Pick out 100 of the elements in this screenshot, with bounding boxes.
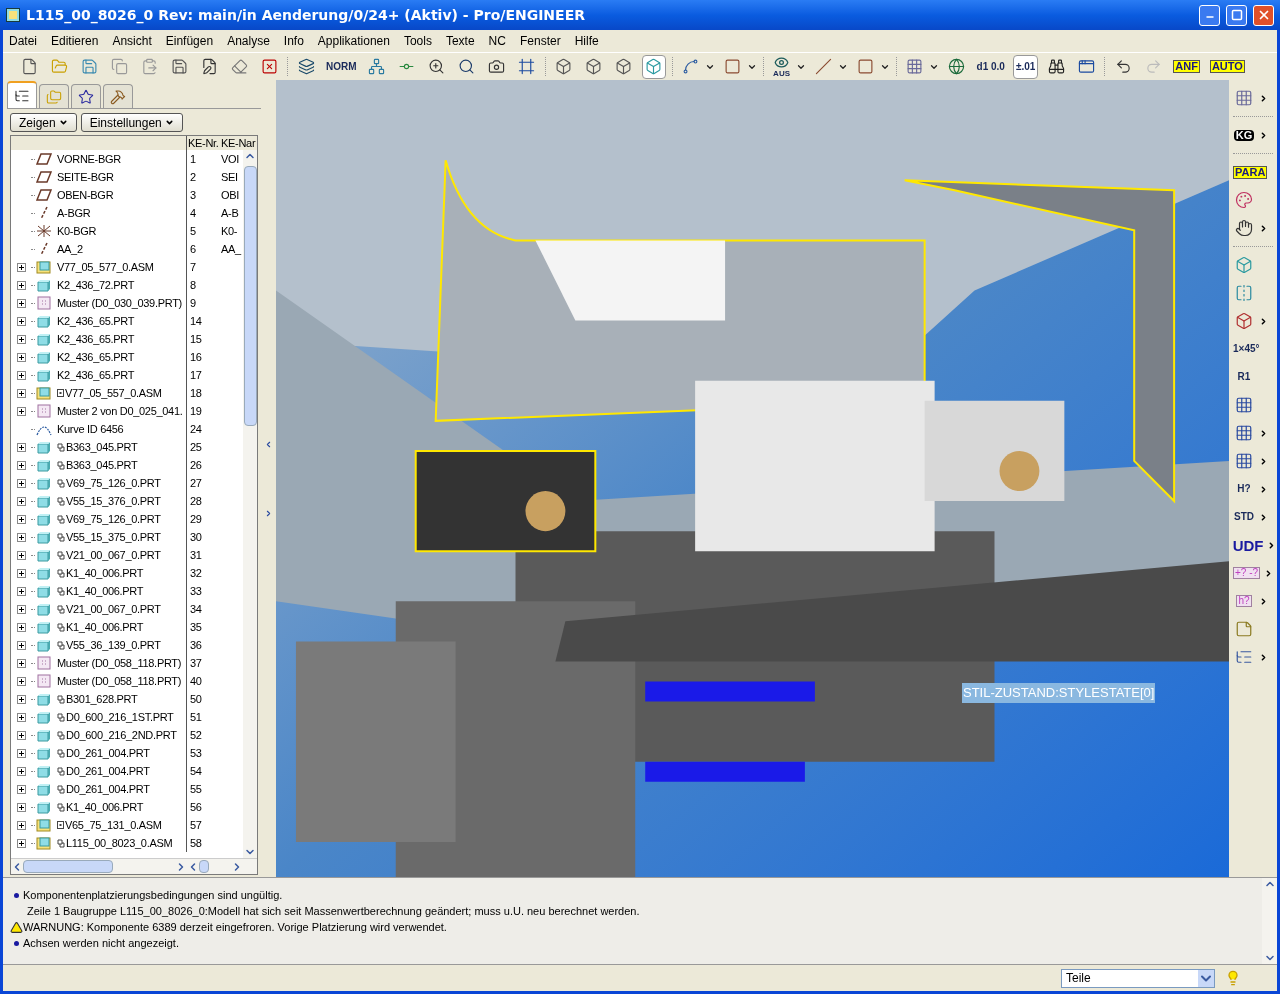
- toolbar-button[interactable]: 1×45°: [1232, 337, 1261, 361]
- expand-toggle[interactable]: [16, 352, 26, 362]
- expand-toggle[interactable]: [16, 460, 26, 470]
- expand-toggle[interactable]: [16, 568, 26, 578]
- expand-toggle[interactable]: [16, 730, 26, 740]
- expand-toggle[interactable]: [16, 766, 26, 776]
- expand-toggle[interactable]: [16, 334, 26, 344]
- menu-item[interactable]: Ansicht: [112, 32, 152, 50]
- tree-item[interactable]: Muster (D0_030_039.PRT): [57, 294, 182, 312]
- tree-item[interactable]: K0-BGR: [57, 222, 97, 240]
- toolbar-button[interactable]: AUS: [769, 54, 794, 79]
- column-header[interactable]: KE-Nr.: [187, 136, 221, 150]
- menu-item[interactable]: Editieren: [51, 32, 99, 50]
- filter-dropdown[interactable]: Teile: [1061, 968, 1215, 988]
- toolbar-button[interactable]: AUTO: [1207, 54, 1247, 79]
- panel-menu-button[interactable]: Zeigen: [10, 113, 77, 132]
- expand-toggle[interactable]: [16, 676, 26, 686]
- toolbar-button[interactable]: STD: [1232, 505, 1256, 529]
- toolbar-button[interactable]: KG: [1232, 123, 1256, 147]
- expand-toggle[interactable]: [16, 406, 26, 416]
- toolbar-button[interactable]: UDF: [1232, 533, 1265, 557]
- expand-toggle[interactable]: [16, 298, 26, 308]
- tree-item[interactable]: V21_00_067_0.PRT: [66, 546, 161, 564]
- expand-toggle[interactable]: [16, 640, 26, 650]
- tree-item[interactable]: AA_2: [57, 240, 83, 258]
- menu-item[interactable]: Info: [283, 32, 304, 50]
- tree-item[interactable]: Muster 2 von D0_025_041.: [57, 402, 183, 420]
- tree-item[interactable]: B301_628.PRT: [66, 690, 138, 708]
- expand-toggle[interactable]: [16, 442, 26, 452]
- scrollbar-thumb[interactable]: [23, 860, 113, 873]
- expand-toggle[interactable]: [16, 784, 26, 794]
- tree-item[interactable]: V55_36_139_0.PRT: [66, 636, 161, 654]
- expand-toggle[interactable]: [16, 802, 26, 812]
- tree-item[interactable]: K2_436_65.PRT: [57, 312, 135, 330]
- tree-item[interactable]: V69_75_126_0.PRT: [66, 510, 161, 528]
- expand-toggle[interactable]: [16, 820, 26, 830]
- menu-item[interactable]: Applikationen: [317, 32, 390, 50]
- tree-item[interactable]: V65_75_131_0.ASM: [65, 816, 162, 834]
- expand-toggle[interactable]: [16, 622, 26, 632]
- tree-item[interactable]: K2_436_72.PRT: [57, 276, 135, 294]
- menu-item[interactable]: Einfügen: [165, 32, 214, 50]
- tree-item[interactable]: D0_261_004.PRT: [66, 780, 150, 798]
- tree-item[interactable]: D0_261_004.PRT: [66, 762, 150, 780]
- menu-item[interactable]: Datei: [9, 32, 37, 50]
- toolbar-button[interactable]: ±.01: [1012, 54, 1039, 79]
- tree-item[interactable]: D0_600_216_1ST.PRT: [66, 708, 174, 726]
- vertical-scrollbar[interactable]: [1262, 878, 1277, 964]
- tree-item[interactable]: K2_436_65.PRT: [57, 366, 135, 384]
- menu-item[interactable]: Tools: [403, 32, 432, 50]
- menu-item[interactable]: Analyse: [227, 32, 270, 50]
- close-button[interactable]: [1253, 4, 1274, 26]
- tree-item[interactable]: K1_40_006.PRT: [66, 582, 144, 600]
- tree-item[interactable]: K1_40_006.PRT: [66, 564, 144, 582]
- column-header[interactable]: KE-Nar: [221, 136, 256, 150]
- expand-toggle[interactable]: [16, 748, 26, 758]
- tree-item[interactable]: K2_436_65.PRT: [57, 330, 135, 348]
- tree-item[interactable]: V55_15_375_0.PRT: [66, 528, 161, 546]
- expand-toggle[interactable]: [16, 388, 26, 398]
- toolbar-button[interactable]: ANF: [1171, 54, 1202, 79]
- tree-item[interactable]: B363_045.PRT: [66, 438, 138, 456]
- scrollbar-thumb[interactable]: [199, 860, 209, 873]
- tree-item[interactable]: V55_15_376_0.PRT: [66, 492, 161, 510]
- tree-item[interactable]: L115_00_8023_0.ASM: [66, 834, 173, 852]
- tree-item[interactable]: Kurve ID 6456: [57, 420, 124, 438]
- expand-toggle[interactable]: [16, 550, 26, 560]
- expand-toggle[interactable]: [16, 586, 26, 596]
- expand-toggle[interactable]: [16, 604, 26, 614]
- panel-tab[interactable]: [103, 84, 133, 108]
- vertical-scrollbar[interactable]: [243, 150, 257, 858]
- expand-toggle[interactable]: [16, 514, 26, 524]
- tree-item[interactable]: V21_00_067_0.PRT: [66, 600, 161, 618]
- expand-panel-icon[interactable]: [264, 508, 273, 518]
- toolbar-button[interactable]: H?: [1232, 477, 1256, 501]
- tree-item[interactable]: VORNE-BGR: [57, 150, 121, 168]
- tree-item[interactable]: A-BGR: [57, 204, 91, 222]
- expand-toggle[interactable]: [16, 496, 26, 506]
- tree-item[interactable]: D0_600_216_2ND.PRT: [66, 726, 177, 744]
- tree-item[interactable]: Muster (D0_058_118.PRT): [57, 654, 182, 672]
- collapse-panel-icon[interactable]: [264, 439, 273, 449]
- expand-toggle[interactable]: [16, 694, 26, 704]
- toolbar-button[interactable]: R1: [1232, 365, 1256, 389]
- minimize-button[interactable]: [1199, 4, 1220, 26]
- tree-item[interactable]: V77_05_577_0.ASM: [57, 258, 154, 276]
- tree-item[interactable]: K1_40_006.PRT: [66, 618, 144, 636]
- menu-item[interactable]: Hilfe: [574, 32, 599, 50]
- toolbar-button[interactable]: d1 0.0: [974, 54, 1007, 79]
- tree-item[interactable]: K2_436_65.PRT: [57, 348, 135, 366]
- scrollbar-thumb[interactable]: [243, 166, 257, 426]
- expand-toggle[interactable]: [16, 712, 26, 722]
- menu-item[interactable]: Texte: [445, 32, 475, 50]
- tree-item[interactable]: V69_75_126_0.PRT: [66, 474, 161, 492]
- tree-item[interactable]: SEITE-BGR: [57, 168, 114, 186]
- panel-tab[interactable]: [71, 84, 101, 108]
- toolbar-button[interactable]: h?: [1232, 589, 1256, 613]
- expand-toggle[interactable]: [16, 658, 26, 668]
- tree-item[interactable]: K1_40_006.PRT: [66, 798, 144, 816]
- tree-item[interactable]: V77_05_557_0.ASM: [65, 384, 162, 402]
- tree-item[interactable]: D0_261_004.PRT: [66, 744, 150, 762]
- tree-item[interactable]: Muster (D0_058_118.PRT): [57, 672, 182, 690]
- expand-toggle[interactable]: [16, 280, 26, 290]
